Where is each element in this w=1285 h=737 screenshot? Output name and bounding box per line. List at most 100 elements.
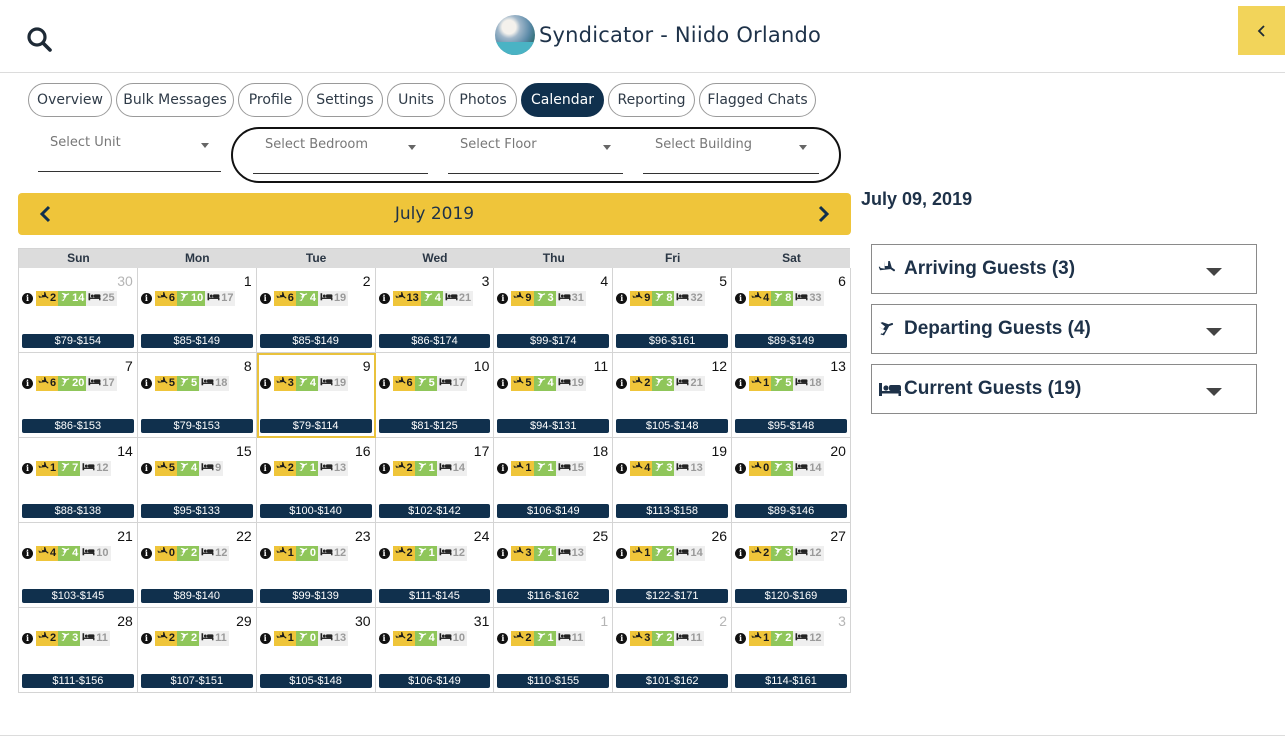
calendar-day-cell[interactable]: 14 i 1 7 12 $88-$138 xyxy=(19,438,138,523)
info-icon[interactable]: i xyxy=(22,547,33,559)
info-icon[interactable]: i xyxy=(22,462,33,474)
info-icon[interactable]: i xyxy=(378,377,390,389)
calendar-day-cell[interactable]: 23 i 1 0 12 $99-$139 xyxy=(256,523,376,608)
info-icon[interactable]: i xyxy=(22,377,33,389)
info-icon[interactable]: i xyxy=(378,462,390,474)
departing-guests-accordion[interactable]: Departing Guests (4) xyxy=(871,304,1257,354)
info-icon[interactable]: i xyxy=(378,547,390,559)
calendar-day-cell[interactable]: 29 i 2 2 11 $107-$151 xyxy=(137,608,257,693)
info-icon[interactable]: i xyxy=(259,462,271,474)
calendar-day-cell[interactable]: 28 i 2 3 11 $111-$156 xyxy=(19,608,138,693)
calendar-day-cell[interactable]: 27 i 2 3 12 $120-$169 xyxy=(732,523,851,608)
next-month-icon[interactable] xyxy=(813,204,833,224)
select-unit[interactable]: Select Unit xyxy=(38,126,221,172)
search-icon[interactable] xyxy=(26,26,54,54)
info-icon[interactable]: i xyxy=(616,377,628,389)
info-icon[interactable]: i xyxy=(497,292,509,304)
collapse-panel-button[interactable] xyxy=(1238,6,1285,55)
calendar-day-cell[interactable]: 24 i 2 1 12 $111-$145 xyxy=(375,523,495,608)
select-building-label: Select Building xyxy=(655,137,752,152)
calendar-day-cell[interactable]: 26 i 1 2 14 $122-$171 xyxy=(613,523,733,608)
info-icon[interactable]: i xyxy=(735,547,747,559)
info-icon[interactable]: i xyxy=(616,547,628,559)
calendar-day-cell-selected[interactable]: 9 i 3 4 19 $79-$114 xyxy=(256,353,376,438)
calendar-day-cell[interactable]: 4 i 9 3 31 $99-$174 xyxy=(494,268,614,353)
calendar-day-cell[interactable]: 8 i 5 5 18 $79-$153 xyxy=(137,353,257,438)
calendar-day-cell[interactable]: 13 i 1 5 18 $95-$148 xyxy=(732,353,851,438)
info-icon[interactable]: i xyxy=(735,632,747,644)
calendar-day-cell[interactable]: 16 i 2 1 13 $100-$140 xyxy=(256,438,376,523)
calendar-day-cell[interactable]: 15 i 5 4 9 $95-$133 xyxy=(137,438,257,523)
calendar-day-cell[interactable]: 3 i 1 2 12 $114-$161 xyxy=(732,608,851,693)
info-icon[interactable]: i xyxy=(735,462,747,474)
tab-reporting[interactable]: Reporting xyxy=(608,83,695,117)
info-icon[interactable]: i xyxy=(22,292,33,304)
info-icon[interactable]: i xyxy=(140,632,152,644)
info-icon[interactable]: i xyxy=(22,632,33,644)
calendar-day-cell[interactable]: 5 i 9 8 32 $96-$161 xyxy=(613,268,733,353)
day-number: 24 xyxy=(473,528,490,544)
info-icon[interactable]: i xyxy=(735,377,747,389)
info-icon[interactable]: i xyxy=(378,632,390,644)
calendar-day-cell[interactable]: 25 i 3 1 13 $116-$162 xyxy=(494,523,614,608)
calendar-day-cell[interactable]: 1 i 6 10 17 $85-$149 xyxy=(137,268,257,353)
calendar-day-cell[interactable]: 30 i 1 0 13 $105-$148 xyxy=(256,608,376,693)
bed-icon xyxy=(558,292,572,304)
calendar-day-cell[interactable]: 11 i 5 4 19 $94-$131 xyxy=(494,353,614,438)
calendar-day-cell[interactable]: 30 i 2 14 25 $79-$154 xyxy=(19,268,138,353)
info-icon[interactable]: i xyxy=(140,462,152,474)
info-icon[interactable]: i xyxy=(616,632,628,644)
calendar-day-cell[interactable]: 17 i 2 1 14 $102-$142 xyxy=(375,438,495,523)
calendar-day-cell[interactable]: 20 i 0 3 14 $89-$146 xyxy=(732,438,851,523)
info-icon[interactable]: i xyxy=(140,292,152,304)
info-icon[interactable]: i xyxy=(259,632,271,644)
info-icon[interactable]: i xyxy=(497,377,509,389)
calendar-day-cell[interactable]: 31 i 2 4 10 $106-$149 xyxy=(375,608,495,693)
calendar-day-cell[interactable]: 18 i 1 1 15 $106-$149 xyxy=(494,438,614,523)
tab-units[interactable]: Units xyxy=(387,83,445,117)
tab-settings[interactable]: Settings xyxy=(307,83,383,117)
departures-badge: 1 xyxy=(295,460,318,476)
select-floor[interactable]: Select Floor xyxy=(448,128,623,174)
info-icon[interactable]: i xyxy=(497,547,509,559)
calendar-day-cell[interactable]: 3 i 13 4 21 $86-$174 xyxy=(375,268,495,353)
occupancy-count: 13 xyxy=(333,462,347,474)
info-icon[interactable]: i xyxy=(259,377,271,389)
bed-icon xyxy=(82,547,96,559)
info-icon[interactable]: i xyxy=(616,462,628,474)
arrivals-count: 2 xyxy=(50,632,57,644)
info-icon[interactable]: i xyxy=(259,292,271,304)
tab-bulk-messages[interactable]: Bulk Messages xyxy=(116,83,234,117)
info-icon[interactable]: i xyxy=(616,292,628,304)
calendar-day-cell[interactable]: 2 i 3 2 11 $101-$162 xyxy=(613,608,733,693)
tab-profile[interactable]: Profile xyxy=(238,83,303,117)
tab-photos[interactable]: Photos xyxy=(449,83,517,117)
select-building[interactable]: Select Building xyxy=(643,128,819,174)
info-icon[interactable]: i xyxy=(140,547,152,559)
calendar-day-cell[interactable]: 10 i 6 5 17 $81-$125 xyxy=(375,353,495,438)
select-bedroom[interactable]: Select Bedroom xyxy=(253,128,428,174)
calendar-day-cell[interactable]: 12 i 2 3 21 $105-$148 xyxy=(613,353,733,438)
tab-flagged-chats[interactable]: Flagged Chats xyxy=(699,83,816,117)
info-icon[interactable]: i xyxy=(378,292,390,304)
plane-arrival-icon xyxy=(276,546,288,560)
info-icon[interactable]: i xyxy=(497,632,509,644)
calendar-day-cell[interactable]: 6 i 4 8 33 $89-$149 xyxy=(732,268,851,353)
info-icon[interactable]: i xyxy=(259,547,271,559)
tab-calendar[interactable]: Calendar xyxy=(521,83,604,117)
calendar-day-cell[interactable]: 21 i 4 4 10 $103-$145 xyxy=(19,523,138,608)
arriving-guests-accordion[interactable]: Arriving Guests (3) xyxy=(871,244,1257,294)
info-icon[interactable]: i xyxy=(497,462,509,474)
selected-date-heading: July 09, 2019 xyxy=(861,189,973,209)
calendar-day-cell[interactable]: 1 i 2 1 11 $110-$155 xyxy=(494,608,614,693)
plane-departure-icon xyxy=(535,547,548,560)
calendar-day-cell[interactable]: 19 i 4 3 13 $113-$158 xyxy=(613,438,733,523)
current-guests-accordion[interactable]: Current Guests (19) xyxy=(871,364,1257,414)
info-icon[interactable]: i xyxy=(140,377,152,389)
calendar-day-cell[interactable]: 7 i 6 20 17 $86-$153 xyxy=(19,353,138,438)
tab-overview[interactable]: Overview xyxy=(28,83,112,117)
info-icon[interactable]: i xyxy=(735,292,747,304)
calendar-day-cell[interactable]: 22 i 0 2 12 $89-$140 xyxy=(137,523,257,608)
calendar-day-cell[interactable]: 2 i 6 4 19 $85-$149 xyxy=(256,268,376,353)
plane-departure-icon xyxy=(773,292,785,305)
